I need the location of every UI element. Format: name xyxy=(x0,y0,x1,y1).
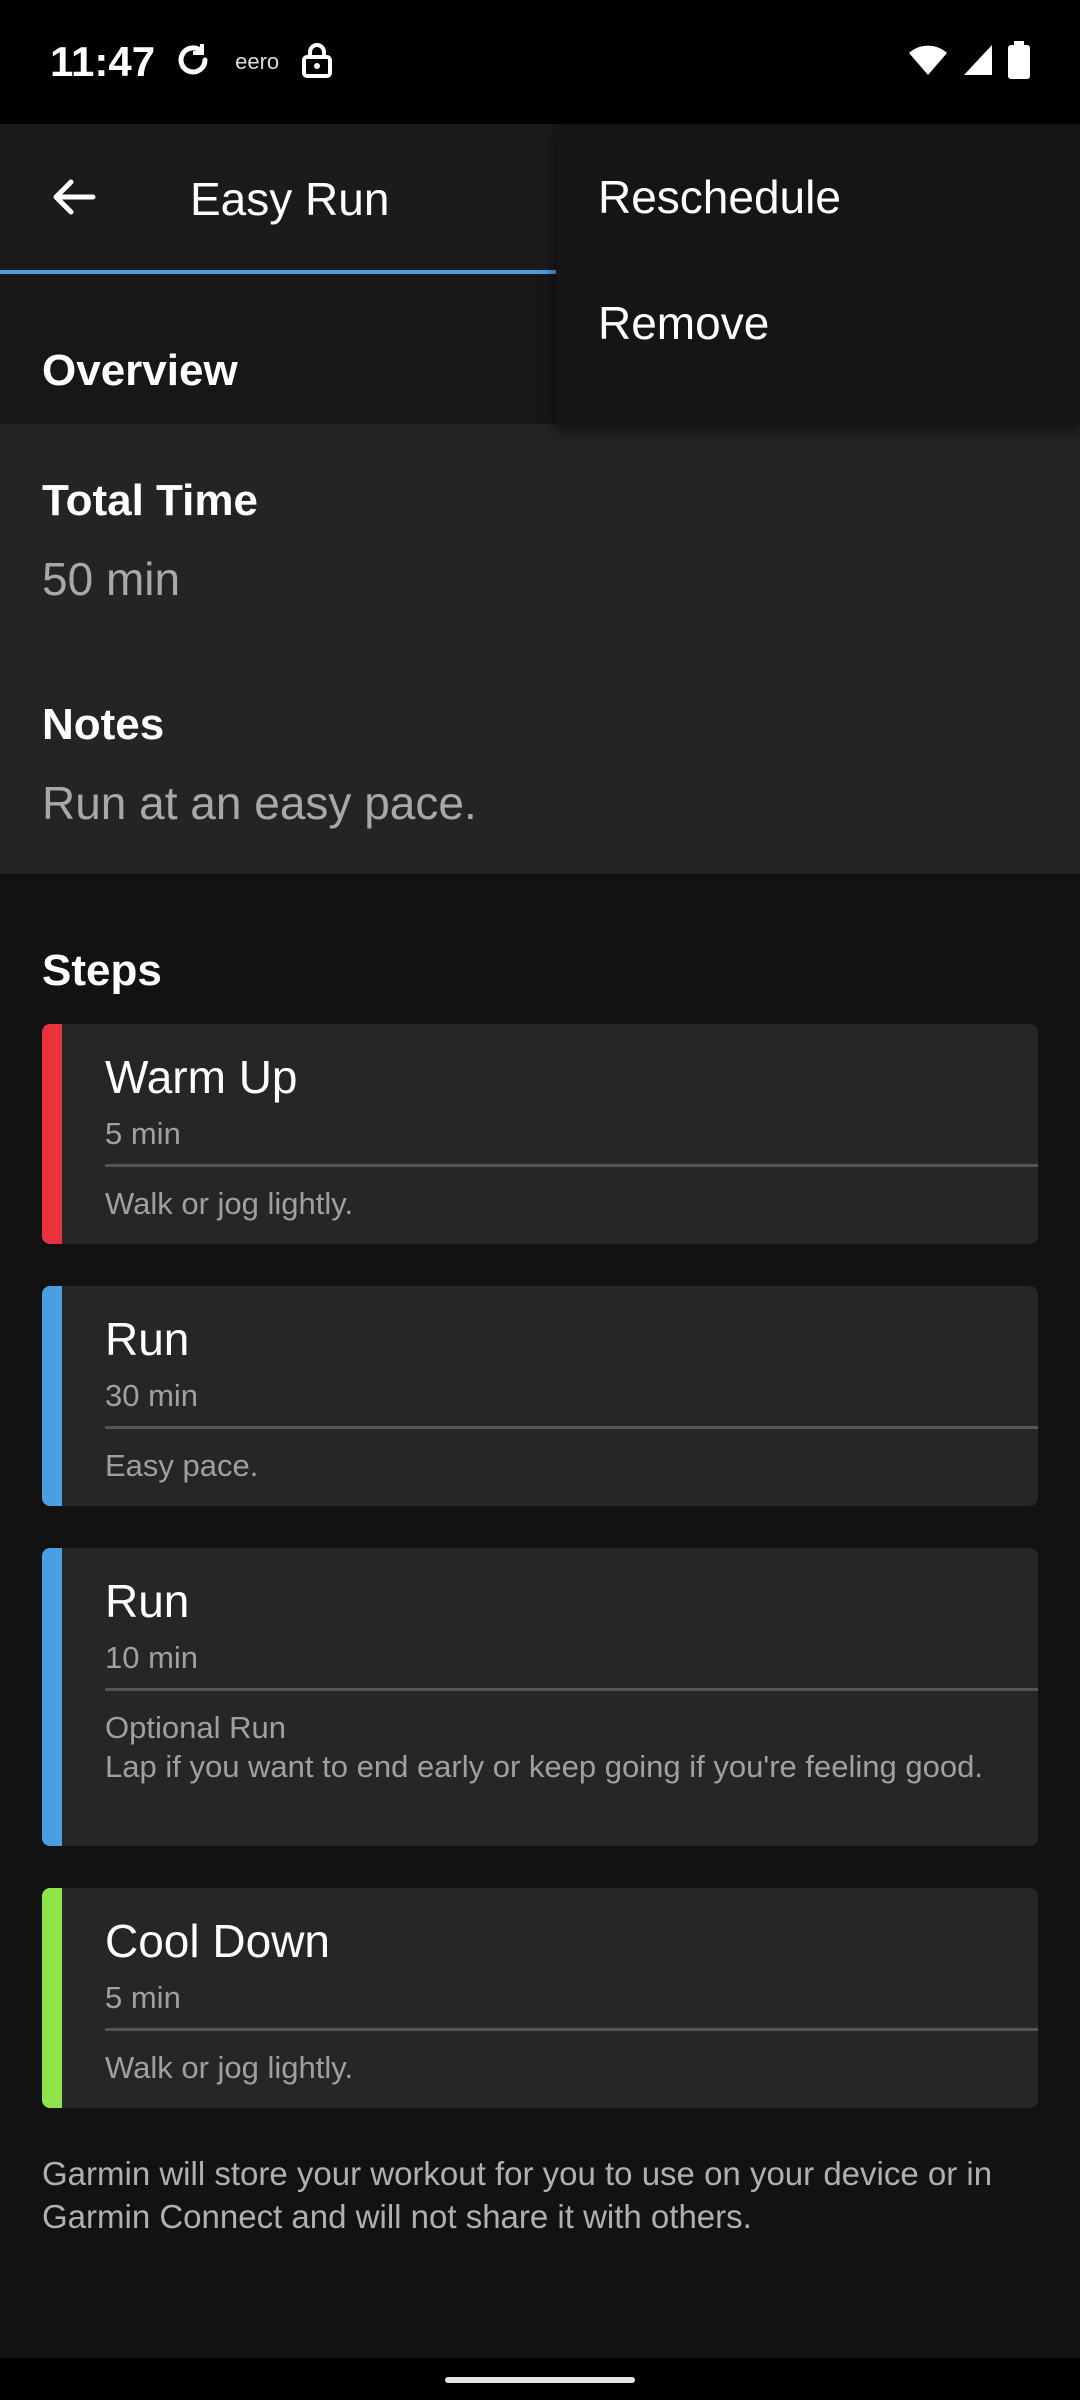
battery-icon xyxy=(1008,40,1030,84)
back-button[interactable] xyxy=(40,166,106,232)
step-note: Walk or jog lightly. xyxy=(105,1186,354,1221)
step-divider xyxy=(105,2028,1038,2031)
step-note: Optional Run Lap if you want to end earl… xyxy=(105,1708,985,1786)
disclaimer-text: Garmin will store your workout for you t… xyxy=(42,2155,993,2235)
step-color-bar xyxy=(42,1548,62,1846)
notes-label: Notes xyxy=(42,700,165,749)
step-card[interactable]: Warm Up 5 min Walk or jog lightly. xyxy=(42,1024,1038,1244)
overflow-menu: Reschedule Remove xyxy=(556,124,1080,424)
sync-icon xyxy=(173,40,213,85)
home-indicator[interactable] xyxy=(445,2377,635,2383)
step-divider xyxy=(105,1688,1038,1691)
signal-icon xyxy=(962,43,994,82)
wifi-icon xyxy=(908,43,948,82)
step-note-title: Optional Run xyxy=(105,1710,286,1745)
total-time-value: 50 min xyxy=(42,553,181,605)
step-card[interactable]: Run 30 min Easy pace. xyxy=(42,1286,1038,1506)
status-left-icons: eero xyxy=(173,40,333,85)
steps-heading: Steps xyxy=(42,946,162,995)
total-time-label: Total Time xyxy=(42,476,258,525)
step-title: Cool Down xyxy=(105,1915,330,1967)
step-note: Walk or jog lightly. xyxy=(105,2050,354,2085)
menu-item-remove[interactable]: Remove xyxy=(598,296,769,350)
step-divider xyxy=(105,1426,1038,1429)
arrow-left-icon xyxy=(49,173,97,226)
step-duration: 5 min xyxy=(105,1116,181,1151)
step-title: Warm Up xyxy=(105,1051,298,1103)
status-bar: 11:47 eero xyxy=(0,0,1080,124)
summary-card: Total Time 50 min Notes Run at an easy p… xyxy=(0,424,1080,874)
step-title: Run xyxy=(105,1313,190,1365)
step-duration: 30 min xyxy=(105,1378,199,1413)
step-duration: 10 min xyxy=(105,1640,199,1675)
step-duration: 5 min xyxy=(105,1980,181,2015)
step-note: Easy pace. xyxy=(105,1448,259,1483)
screen: 11:47 eero Easy Run Reschedule Remove Ov… xyxy=(0,0,1080,2400)
step-color-bar xyxy=(42,1286,62,1506)
step-color-bar xyxy=(42,1024,62,1244)
page-title: Easy Run xyxy=(190,173,390,225)
network-label: eero xyxy=(235,49,280,74)
step-card[interactable]: Run 10 min Optional Run Lap if you want … xyxy=(42,1548,1038,1846)
step-card[interactable]: Cool Down 5 min Walk or jog lightly. xyxy=(42,1888,1038,2108)
step-title: Run xyxy=(105,1575,190,1627)
notes-value: Run at an easy pace. xyxy=(42,777,477,829)
step-color-bar xyxy=(42,1888,62,2108)
step-note-body: Lap if you want to end early or keep goi… xyxy=(105,1749,983,1784)
lock-icon xyxy=(301,42,333,83)
step-divider xyxy=(105,1164,1038,1167)
status-time: 11:47 xyxy=(50,38,156,85)
status-right-icons xyxy=(908,40,1030,84)
menu-item-reschedule[interactable]: Reschedule xyxy=(598,170,841,224)
overview-heading: Overview xyxy=(42,346,238,395)
